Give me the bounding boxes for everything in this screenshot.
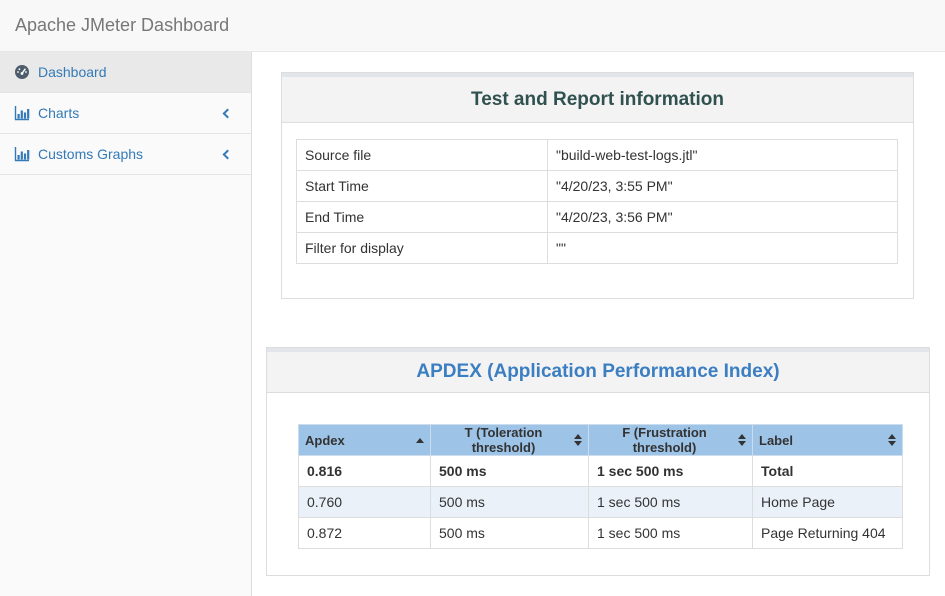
column-label: F (Frustration threshold) [595, 425, 734, 455]
sort-both-icon [738, 434, 746, 446]
sort-both-icon [574, 434, 582, 446]
dashboard-gauge-icon [14, 64, 30, 80]
info-value: "" [548, 233, 898, 264]
sidebar-item-label: Dashboard [38, 64, 237, 80]
toleration-value: 500 ms [431, 456, 589, 487]
toleration-value: 500 ms [431, 487, 589, 518]
info-label: End Time [297, 202, 548, 233]
info-label: Filter for display [297, 233, 548, 264]
sidebar-item-customs-graphs[interactable]: Customs Graphs [0, 134, 251, 175]
apdex-card-title: APDEX (Application Performance Index) [416, 361, 779, 383]
column-header-toleration[interactable]: T (Toleration threshold) [431, 425, 589, 456]
info-value: "4/20/23, 3:55 PM" [548, 171, 898, 202]
column-label: Apdex [305, 433, 345, 448]
toleration-value: 500 ms [431, 518, 589, 549]
info-label: Start Time [297, 171, 548, 202]
main-content: Test and Report information Source file … [252, 52, 945, 596]
info-value: "4/20/23, 3:56 PM" [548, 202, 898, 233]
chevron-left-icon [223, 149, 233, 159]
sidebar-item-label: Customs Graphs [38, 146, 224, 162]
apdex-card-header: APDEX (Application Performance Index) [267, 352, 929, 393]
sort-both-icon [888, 434, 896, 446]
column-header-label[interactable]: Label [753, 425, 903, 456]
info-label: Source file [297, 140, 548, 171]
sidebar: Dashboard Charts Customs Graphs [0, 52, 252, 596]
column-label: T (Toleration threshold) [437, 425, 570, 455]
info-card-header: Test and Report information [282, 77, 913, 123]
info-value: "build-web-test-logs.jtl" [548, 140, 898, 171]
bar-chart-icon [14, 146, 30, 162]
apdex-value: 0.816 [299, 456, 431, 487]
frustration-value: 1 sec 500 ms [589, 518, 753, 549]
info-card-title: Test and Report information [471, 89, 724, 111]
table-row: End Time "4/20/23, 3:56 PM" [297, 202, 898, 233]
app-title: Apache JMeter Dashboard [0, 15, 229, 36]
sidebar-item-dashboard[interactable]: Dashboard [0, 52, 251, 93]
test-report-info-card: Test and Report information Source file … [281, 72, 914, 299]
table-row: Filter for display "" [297, 233, 898, 264]
bar-chart-icon [14, 105, 30, 121]
apdex-card: APDEX (Application Performance Index) Ap… [266, 347, 930, 576]
frustration-value: 1 sec 500 ms [589, 487, 753, 518]
info-card-body: Source file "build-web-test-logs.jtl" St… [282, 123, 913, 264]
table-row: Start Time "4/20/23, 3:55 PM" [297, 171, 898, 202]
sidebar-item-label: Charts [38, 105, 224, 121]
label-value: Total [753, 456, 903, 487]
column-header-frustration[interactable]: F (Frustration threshold) [589, 425, 753, 456]
top-navbar: Apache JMeter Dashboard [0, 0, 945, 52]
test-report-info-table: Source file "build-web-test-logs.jtl" St… [296, 139, 898, 264]
apdex-table: Apdex T (Toleration threshold) [298, 424, 903, 549]
table-row: Source file "build-web-test-logs.jtl" [297, 140, 898, 171]
frustration-value: 1 sec 500 ms [589, 456, 753, 487]
sort-asc-icon [416, 438, 424, 443]
label-value: Page Returning 404 [753, 518, 903, 549]
apdex-value: 0.760 [299, 487, 431, 518]
apdex-row-total: 0.816 500 ms 1 sec 500 ms Total [299, 456, 903, 487]
sidebar-item-charts[interactable]: Charts [0, 93, 251, 134]
apdex-value: 0.872 [299, 518, 431, 549]
label-value: Home Page [753, 487, 903, 518]
column-header-apdex[interactable]: Apdex [299, 425, 431, 456]
apdex-header-row: Apdex T (Toleration threshold) [299, 425, 903, 456]
column-label: Label [759, 433, 793, 448]
apdex-row: 0.872 500 ms 1 sec 500 ms Page Returning… [299, 518, 903, 549]
apdex-card-body: Apdex T (Toleration threshold) [267, 393, 929, 549]
chevron-left-icon [223, 108, 233, 118]
apdex-row: 0.760 500 ms 1 sec 500 ms Home Page [299, 487, 903, 518]
